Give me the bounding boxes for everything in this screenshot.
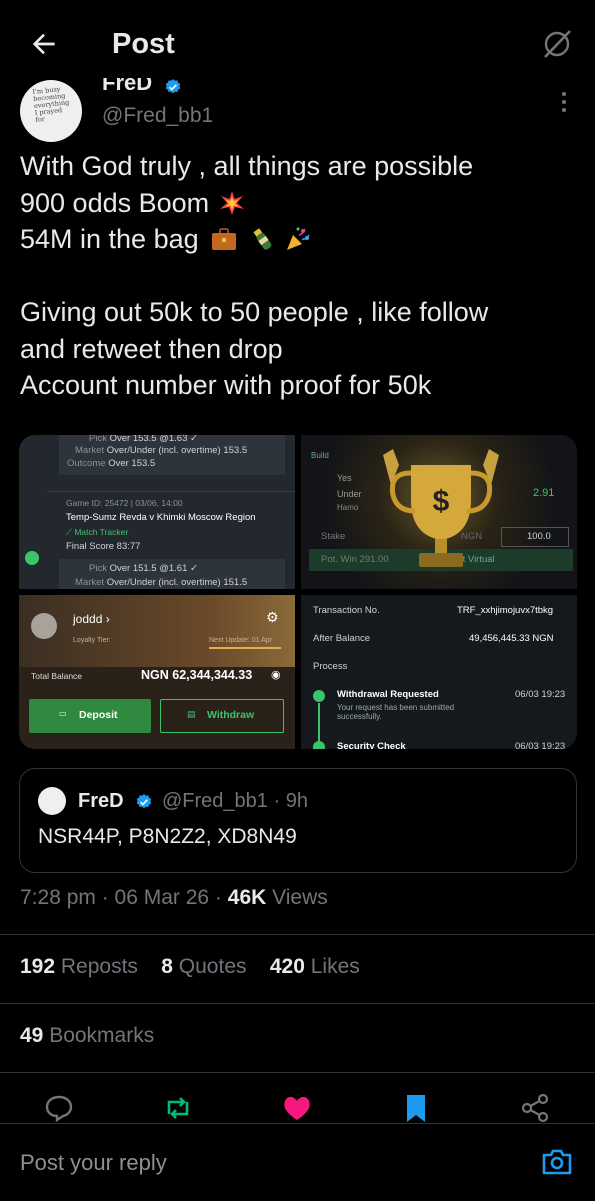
withdraw-button[interactable]: ▤ Withdraw — [160, 699, 284, 733]
media-grid[interactable]: Pick Over 153.5 @1.63 ✓ Market Over/Unde… — [19, 435, 577, 749]
slip-market-1: Over/Under (incl. overtime) 153.5 — [106, 445, 248, 456]
quote-avatar — [38, 787, 66, 815]
trophy-side: Yes — [337, 473, 352, 483]
txn-value: TRF_xxhjimojuvx7tbkg — [457, 605, 554, 616]
trophy-brand: Build — [311, 451, 329, 460]
wallet-balance: NGN 62,344,344.33 — [141, 668, 253, 682]
more-options-icon[interactable] — [557, 90, 571, 116]
post-line: Account number with proof for 50k — [20, 370, 432, 400]
media-bet-slip[interactable]: Pick Over 153.5 @1.63 ✓ Market Over/Unde… — [19, 435, 295, 589]
slip-match: Temp-Sumz Revda v Khimki Moscow Region — [66, 512, 256, 523]
top-bar: Post — [0, 0, 595, 88]
step1-desc: Your request has been submitted successf… — [337, 703, 455, 721]
after-value: 49,456,445.33 NGN — [469, 633, 554, 644]
quotes-stat[interactable]: 8 Quotes — [161, 955, 246, 978]
after-label: After Balance — [313, 633, 371, 644]
step1-title: Withdrawal Requested — [337, 689, 439, 700]
step-check-icon — [313, 741, 325, 749]
slip-outcome-1: Over 153.5 — [108, 458, 156, 469]
author-handle[interactable]: @Fred_bb1 — [102, 104, 213, 128]
post-line: and retweet then drop — [20, 333, 283, 364]
quoted-post[interactable]: FreD @Fred_bb1 · 9h NSR44P, P8N2Z2, XD8N… — [19, 768, 577, 873]
share-icon[interactable] — [519, 1092, 551, 1124]
wallet-next-update: Next Update: 01 Apr — [209, 637, 273, 644]
reply-input[interactable]: Post your reply — [20, 1150, 167, 1176]
trophy-stake-label: Stake — [321, 531, 346, 542]
wallet-balance-label: Total Balance — [31, 671, 83, 681]
party-popper-emoji-icon — [287, 227, 310, 250]
media-trophy[interactable]: Build Yes Under Hamo 2.91 Stake NGN 100.… — [301, 435, 577, 589]
slip-pick-2: Over 151.5 @1.61 ✓ — [109, 563, 198, 574]
gear-icon[interactable]: ⚙ — [266, 609, 279, 626]
wallet-loyalty: Loyalty Tier: — [73, 637, 111, 644]
post-text: With God truly , all things are possible… — [20, 148, 580, 404]
media-wallet[interactable]: joddd › Loyalty Tier: Next Update: 01 Ap… — [19, 595, 295, 749]
process-label: Process — [313, 661, 348, 672]
reply-icon[interactable] — [43, 1092, 75, 1124]
collision-emoji-icon — [219, 190, 244, 215]
post-line: With God truly , all things are possible — [20, 151, 474, 181]
quote-author-name: FreD — [78, 790, 124, 812]
author-name[interactable]: FreD — [102, 78, 152, 96]
slip-market-2: Over/Under (incl. overtime) 151.5 — [106, 577, 248, 588]
step-check-icon — [313, 690, 325, 702]
eye-icon[interactable]: ◉ — [271, 668, 281, 681]
step2-title: Security Check — [337, 741, 406, 749]
svg-text:$: $ — [433, 485, 450, 518]
verified-badge-icon — [136, 794, 152, 809]
slip-final-score: Final Score 83:77 — [66, 541, 141, 552]
arrow-left-icon[interactable] — [28, 28, 60, 60]
bookmark-icon[interactable] — [400, 1092, 432, 1124]
trophy-under: Under — [337, 489, 362, 499]
grok-icon[interactable] — [540, 27, 574, 61]
post-line: Giving out 50k to 50 people , like follo… — [20, 297, 489, 327]
post-line: 54M in the bag — [20, 221, 580, 258]
post-timestamp: 7:28 pm · 06 Mar 26 · 46K Views — [20, 886, 328, 909]
txn-label: Transaction No. — [313, 605, 380, 616]
divider — [0, 1003, 595, 1004]
divider — [0, 1072, 595, 1073]
verified-badge-icon — [165, 79, 181, 94]
deposit-button[interactable]: ▭ Deposit — [29, 699, 151, 733]
briefcase-emoji-icon — [212, 228, 237, 250]
wallet-avatar — [31, 613, 57, 639]
wallet-username: joddd — [73, 612, 103, 626]
like-icon[interactable] — [281, 1092, 313, 1124]
step1-time: 06/03 19:23 — [515, 689, 566, 700]
avatar-scribble: I'm busy becoming everything I prayed fo… — [32, 85, 70, 124]
engagement-stats: 192 Reposts 8 Quotes 420 Likes — [20, 955, 360, 979]
champagne-emoji-icon — [253, 228, 272, 250]
trophy-team: Hamo — [337, 503, 359, 512]
page-title: Post — [112, 28, 175, 60]
trophy-icon: $ — [383, 449, 499, 567]
camera-icon[interactable] — [540, 1145, 574, 1179]
media-transaction[interactable]: Transaction No. TRF_xxhjimojuvx7tbkg Aft… — [301, 595, 577, 749]
slip-game-id: Game ID: 25472 | 03/06, 14:00 — [66, 498, 183, 508]
check-circle-icon — [25, 551, 39, 565]
views-count: 46K — [227, 886, 267, 909]
repost-icon[interactable] — [162, 1092, 194, 1124]
quote-meta: @Fred_bb1 · 9h — [162, 790, 308, 812]
trophy-odds: 2.91 — [533, 487, 555, 499]
bookmarks-stat[interactable]: 49 Bookmarks — [20, 1024, 154, 1048]
step2-time: 06/03 19:23 — [515, 741, 566, 749]
likes-stat[interactable]: 420 Likes — [270, 955, 360, 978]
avatar[interactable]: I'm busy becoming everything I prayed fo… — [20, 80, 82, 142]
quote-text: NSR44P, P8N2Z2, XD8N49 — [38, 825, 297, 848]
slip-tracker: Match Tracker — [74, 527, 129, 537]
slip-pick-1: Over 153.5 @1.63 ✓ — [109, 435, 198, 444]
post-line: 900 odds Boom — [20, 185, 580, 222]
author-name-wrap: FreD — [102, 78, 302, 98]
reposts-stat[interactable]: 192 Reposts — [20, 955, 138, 978]
divider — [0, 934, 595, 935]
post-line — [20, 258, 580, 295]
trophy-stake-value: 100.0 — [527, 531, 551, 542]
